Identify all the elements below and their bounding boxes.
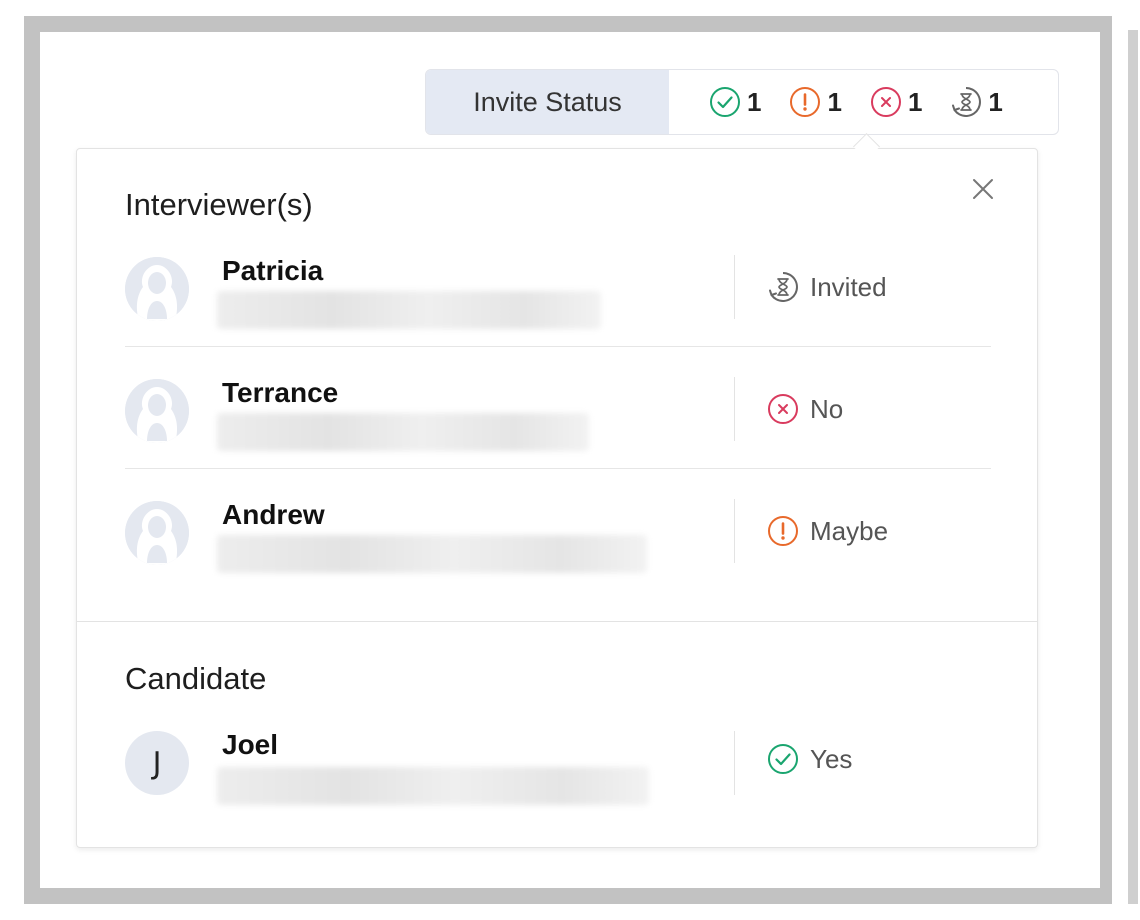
avatar — [125, 379, 189, 443]
hourglass-icon — [952, 87, 982, 117]
close-button[interactable] — [971, 177, 995, 201]
person-silhouette-icon — [125, 379, 189, 443]
avatar — [125, 501, 189, 565]
frame-edge — [1128, 30, 1138, 904]
section-divider — [77, 621, 1037, 622]
exclamation-circle-icon — [790, 87, 821, 117]
email-redacted — [217, 535, 647, 573]
check-circle-icon — [768, 744, 798, 774]
person-silhouette-icon — [125, 501, 189, 565]
count-maybe-value: 1 — [827, 86, 842, 117]
email-redacted — [217, 767, 649, 805]
count-no[interactable]: 1 — [870, 86, 922, 118]
rsvp-status: No — [767, 393, 843, 425]
interviewer-name: Terrance — [222, 377, 339, 408]
rsvp-status: Yes — [767, 743, 852, 775]
rsvp-status-label: No — [810, 393, 844, 424]
count-maybe[interactable]: 1 — [789, 86, 842, 118]
interviewer-name: Andrew — [222, 499, 325, 530]
rsvp-status-label: Yes — [810, 743, 853, 774]
column-divider — [734, 499, 735, 563]
hourglass-icon — [769, 272, 798, 302]
column-divider — [734, 377, 735, 441]
close-icon — [973, 179, 993, 199]
invite-status-bar[interactable]: Invite Status 1 1 1 1 — [425, 69, 1059, 135]
candidate-title: Candidate — [125, 661, 267, 696]
avatar-initial: J — [152, 745, 162, 781]
column-divider — [734, 731, 735, 795]
email-redacted — [217, 291, 601, 329]
x-circle-icon — [870, 87, 901, 117]
interviewer-name: Patricia — [222, 255, 324, 286]
rsvp-status-label: Invited — [810, 271, 887, 302]
count-no-value: 1 — [907, 86, 923, 117]
check-circle-icon — [710, 87, 740, 117]
interviewer-row: Andrew Maybe — [125, 469, 991, 591]
email-redacted — [217, 413, 589, 451]
interviewers-title: Interviewer(s) — [125, 187, 313, 222]
count-yes-value: 1 — [747, 86, 762, 117]
candidate-row: J Joel Yes — [125, 697, 991, 819]
rsvp-status: Invited — [767, 271, 887, 303]
invite-status-popover: Interviewer(s) Patricia Invited Terrance… — [76, 148, 1038, 848]
status-counts: 1 1 1 1 — [669, 70, 1031, 134]
avatar: J — [125, 731, 189, 795]
exclamation-circle-icon — [768, 516, 798, 546]
rsvp-status-label: Maybe — [810, 515, 889, 546]
person-silhouette-icon — [125, 257, 189, 321]
x-circle-icon — [768, 394, 798, 424]
count-yes[interactable]: 1 — [709, 86, 761, 118]
avatar — [125, 257, 189, 321]
interviewer-row: Terrance No — [125, 347, 991, 469]
count-invited-value: 1 — [988, 86, 1003, 117]
count-invited[interactable]: 1 — [950, 86, 1003, 118]
invite-status-label: Invite Status — [426, 70, 669, 134]
rsvp-status: Maybe — [767, 515, 888, 547]
interviewer-row: Patricia Invited — [125, 225, 991, 347]
candidate-name: Joel — [222, 729, 279, 760]
column-divider — [734, 255, 735, 319]
